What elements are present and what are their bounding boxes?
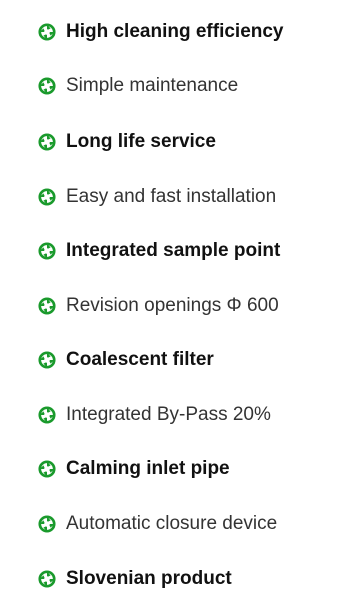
recycling-icon <box>38 297 56 315</box>
list-item: Long life service <box>38 127 216 157</box>
list-item: High cleaning efficiency <box>38 17 284 47</box>
feature-label: Calming inlet pipe <box>66 458 230 479</box>
feature-label: Simple maintenance <box>66 75 239 96</box>
list-item: Simple maintenance <box>38 71 238 101</box>
recycling-icon <box>38 188 56 206</box>
feature-label: Automatic closure device <box>66 513 278 534</box>
recycling-icon <box>38 351 56 369</box>
feature-label: Easy and fast installation <box>66 186 277 207</box>
feature-label: Integrated sample point <box>66 240 281 261</box>
feature-list: High cleaning efficiency Simple maintena… <box>0 0 363 601</box>
list-item: Slovenian product <box>38 564 232 594</box>
list-item: Revision openings Φ 600 <box>38 291 279 321</box>
recycling-icon <box>38 570 56 588</box>
recycling-icon <box>38 23 56 41</box>
recycling-icon <box>38 460 56 478</box>
recycling-icon <box>38 406 56 424</box>
feature-label: Slovenian product <box>66 568 232 589</box>
recycling-icon <box>38 133 56 151</box>
list-item: Integrated By-Pass 20% <box>38 400 271 430</box>
feature-label: Revision openings Φ 600 <box>66 295 279 316</box>
feature-label: Coalescent filter <box>66 349 214 370</box>
feature-label: High cleaning efficiency <box>66 21 284 42</box>
list-item: Automatic closure device <box>38 509 277 539</box>
feature-label: Long life service <box>66 131 216 152</box>
recycling-icon <box>38 242 56 260</box>
recycling-icon <box>38 77 56 95</box>
list-item: Coalescent filter <box>38 345 214 375</box>
list-item: Integrated sample point <box>38 236 280 266</box>
list-item: Calming inlet pipe <box>38 454 230 484</box>
feature-label: Integrated By-Pass 20% <box>66 404 271 425</box>
recycling-icon <box>38 515 56 533</box>
list-item: Easy and fast installation <box>38 182 276 212</box>
